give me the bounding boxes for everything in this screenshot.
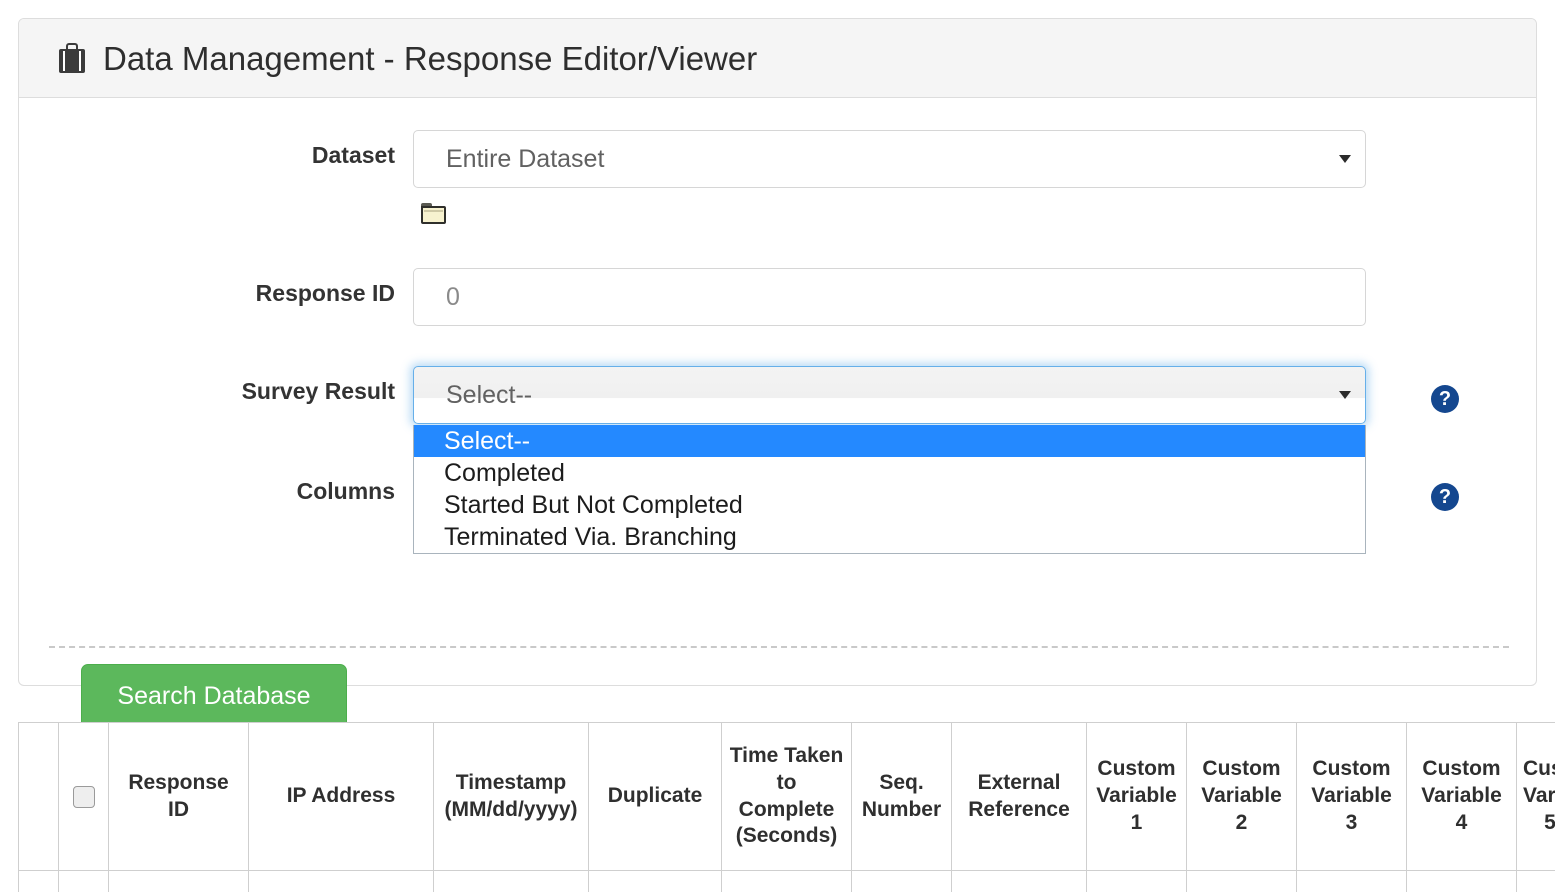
table-header-custom-variable-5[interactable]: Custom Variable 5 xyxy=(1516,722,1555,871)
table-header-spacer xyxy=(18,722,59,871)
response-id-row: Response ID xyxy=(19,268,1536,326)
columns-help-icon[interactable]: ? xyxy=(1431,483,1459,511)
briefcase-icon xyxy=(59,43,85,73)
chevron-down-icon xyxy=(1339,155,1351,163)
table-header-select-all[interactable] xyxy=(58,722,109,871)
response-id-label: Response ID xyxy=(255,280,395,306)
response-id-input[interactable] xyxy=(413,268,1366,326)
dropdown-option-started-not-completed[interactable]: Started But Not Completed xyxy=(414,489,1365,521)
table-cell xyxy=(1296,870,1407,892)
chevron-down-icon xyxy=(1339,391,1351,399)
response-id-control-area xyxy=(413,268,1366,326)
dropdown-option-terminated-branching[interactable]: Terminated Via. Branching xyxy=(414,521,1365,553)
survey-result-label: Survey Result xyxy=(241,378,395,404)
table-cell xyxy=(721,870,852,892)
dataset-row: Dataset Entire Dataset xyxy=(19,130,1536,224)
table-cell xyxy=(1516,870,1555,892)
table-cell xyxy=(1086,870,1187,892)
table-cell xyxy=(108,870,249,892)
table-cell xyxy=(248,870,434,892)
dataset-label: Dataset xyxy=(311,142,395,168)
dropdown-option-completed[interactable]: Completed xyxy=(414,457,1365,489)
panel-body: Dataset Entire Dataset Response ID 0 Sur… xyxy=(19,98,1536,729)
survey-result-help-icon[interactable]: ? xyxy=(1431,385,1459,413)
table-cell xyxy=(851,870,952,892)
response-editor-panel: Data Management - Response Editor/Viewer… xyxy=(18,18,1537,729)
page-root: Data Management - Response Editor/Viewer… xyxy=(0,0,1555,892)
table-cell xyxy=(18,870,59,892)
table-header-custom-variable-1[interactable]: Custom Variable 1 xyxy=(1086,722,1187,871)
table-header-ip-address[interactable]: IP Address xyxy=(248,722,434,871)
table-header-seq-number[interactable]: Seq. Number xyxy=(851,722,952,871)
table-header-custom-variable-4[interactable]: Custom Variable 4 xyxy=(1406,722,1517,871)
table-body xyxy=(18,870,1555,892)
section-divider xyxy=(49,646,1509,648)
survey-result-dropdown-list[interactable]: Select-- Completed Started But Not Compl… xyxy=(413,425,1366,554)
table-cell xyxy=(588,870,722,892)
columns-label: Columns xyxy=(296,478,395,504)
table-row[interactable] xyxy=(18,870,1555,892)
table-cell xyxy=(58,870,109,892)
results-table: Response ID IP Address Timestamp (MM/dd/… xyxy=(18,722,1555,892)
survey-result-select-value: Select-- xyxy=(446,380,533,409)
survey-result-control-area: Select-- Select-- Completed Started But … xyxy=(413,366,1366,554)
panel-header: Data Management - Response Editor/Viewer xyxy=(19,19,1536,98)
table-header-row: Response ID IP Address Timestamp (MM/dd/… xyxy=(18,722,1555,871)
dataset-select[interactable]: Entire Dataset xyxy=(413,130,1366,188)
table-header-external-reference[interactable]: External Reference xyxy=(951,722,1087,871)
table-cell xyxy=(951,870,1087,892)
select-all-checkbox[interactable] xyxy=(72,785,95,808)
table-cell xyxy=(1186,870,1297,892)
page-title: Data Management - Response Editor/Viewer xyxy=(103,39,758,77)
table-header-response-id[interactable]: Response ID xyxy=(108,722,249,871)
table-header-time-taken[interactable]: Time Taken to Complete (Seconds) xyxy=(721,722,852,871)
table-cell xyxy=(1406,870,1517,892)
table-header-custom-variable-2[interactable]: Custom Variable 2 xyxy=(1186,722,1297,871)
table-header-timestamp[interactable]: Timestamp (MM/dd/yyyy) xyxy=(433,722,589,871)
table-cell xyxy=(433,870,589,892)
survey-result-row: Survey Result Select-- Select-- Complete… xyxy=(19,366,1536,554)
dataset-control-area: Entire Dataset xyxy=(413,130,1366,224)
dataset-select-value: Entire Dataset xyxy=(446,144,605,173)
search-database-button[interactable]: Search Database xyxy=(81,664,347,729)
table-header-duplicate[interactable]: Duplicate xyxy=(588,722,722,871)
survey-result-select[interactable]: Select-- xyxy=(413,366,1366,424)
table-header-custom-variable-3[interactable]: Custom Variable 3 xyxy=(1296,722,1407,871)
results-table-container[interactable]: Response ID IP Address Timestamp (MM/dd/… xyxy=(18,722,1555,892)
dropdown-option-select[interactable]: Select-- xyxy=(414,425,1365,457)
